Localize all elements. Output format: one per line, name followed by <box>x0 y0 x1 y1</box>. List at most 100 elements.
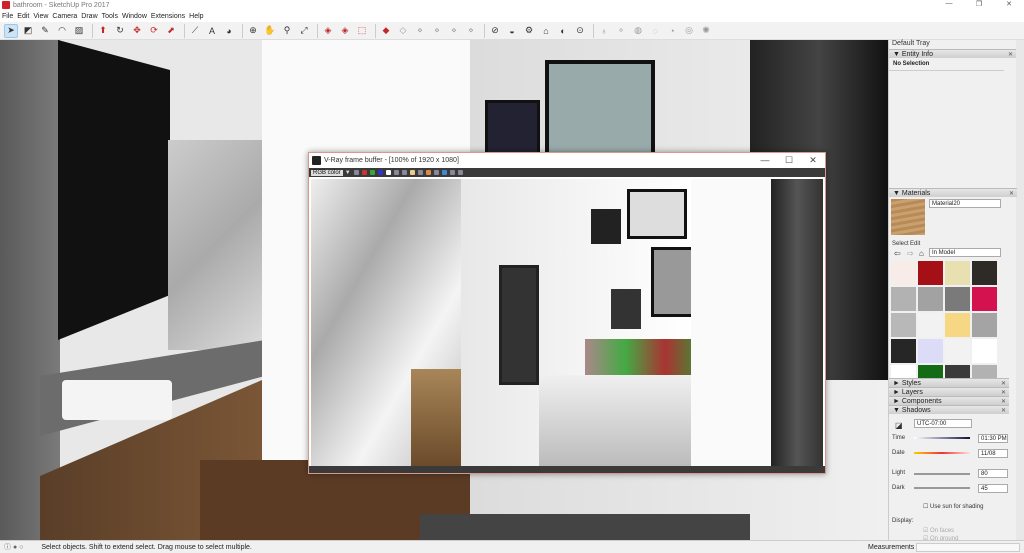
close-icon[interactable]: ✕ <box>1001 398 1006 405</box>
scale-icon[interactable]: ⬈ <box>164 24 178 38</box>
entity-info-header[interactable]: ▼ Entity Info ✕ <box>889 49 1016 58</box>
vray-maximize-button[interactable]: ☐ <box>777 153 801 168</box>
menu-view[interactable]: View <box>33 13 48 20</box>
dark-slider[interactable] <box>914 487 970 489</box>
eraser-icon[interactable]: ◩ <box>21 24 35 38</box>
menu-tools[interactable]: Tools <box>102 13 118 20</box>
tool-icon[interactable] <box>409 170 415 175</box>
material-swatch[interactable] <box>972 287 997 311</box>
minimize-button[interactable]: — <box>934 0 964 8</box>
light-slider[interactable] <box>914 473 970 475</box>
vray-close-button[interactable]: ✕ <box>801 153 825 168</box>
extension-warehouse-icon[interactable]: ◆ <box>379 24 393 38</box>
light-4-icon[interactable]: ◌ <box>648 24 662 38</box>
layers-header[interactable]: ► Layers ✕ <box>889 387 1009 396</box>
tool-icon[interactable] <box>433 170 439 175</box>
tool-icon[interactable] <box>385 170 391 175</box>
light-6-icon[interactable]: ◎ <box>682 24 696 38</box>
measurements-input[interactable] <box>916 542 1020 552</box>
line-icon[interactable]: ✎ <box>38 24 52 38</box>
vray-6-icon[interactable]: ⊙ <box>573 24 587 38</box>
materials-header[interactable]: ▼ Materials ✕ <box>889 188 1017 197</box>
material-swatch[interactable] <box>918 313 943 337</box>
zoom-extents-icon[interactable]: ⤢ <box>297 24 311 38</box>
material-name-input[interactable]: Material20 <box>929 199 1001 208</box>
light-7-icon[interactable]: ✺ <box>699 24 713 38</box>
light-3-icon[interactable]: ◍ <box>631 24 645 38</box>
shadows-header[interactable]: ▼ Shadows ✕ <box>889 405 1009 414</box>
edit-tab[interactable]: Edit <box>910 241 920 247</box>
warehouse-icon[interactable]: ◈ <box>321 24 335 38</box>
tool-icon[interactable] <box>457 170 463 175</box>
menu-edit[interactable]: Edit <box>17 13 29 20</box>
light-1-icon[interactable]: ♁ <box>597 24 611 38</box>
vray-5-icon[interactable]: ◐ <box>556 24 570 38</box>
close-icon[interactable]: ✕ <box>1008 51 1013 58</box>
forward-arrow-icon[interactable]: ⇨ <box>907 249 914 258</box>
collection-select[interactable]: In Model <box>929 248 1001 257</box>
maximize-button[interactable]: ❐ <box>964 0 994 8</box>
vray-3-icon[interactable]: ⚙ <box>522 24 536 38</box>
vray-frame-buffer-window[interactable]: V-Ray frame buffer - [100% of 1920 x 108… <box>308 152 826 474</box>
pan-icon[interactable]: ✋ <box>263 24 277 38</box>
close-button[interactable]: ✕ <box>994 0 1024 8</box>
material-swatch[interactable] <box>891 287 916 311</box>
on-faces-checkbox[interactable]: ☑ On faces <box>923 527 954 534</box>
tool-icon[interactable] <box>353 170 359 175</box>
time-input[interactable]: 01:30 PM <box>978 434 1008 443</box>
tool-icon[interactable] <box>369 170 375 175</box>
menu-draw[interactable]: Draw <box>81 13 97 20</box>
channel-select[interactable]: RGB color <box>311 169 343 176</box>
material-swatch[interactable] <box>945 261 970 285</box>
material-swatch[interactable] <box>891 261 916 285</box>
move-icon[interactable]: ✥ <box>130 24 144 38</box>
menu-file[interactable]: File <box>2 13 13 20</box>
light-input[interactable]: 80 <box>978 469 1008 478</box>
close-icon[interactable]: ✕ <box>1001 407 1006 414</box>
material-swatch[interactable] <box>945 313 970 337</box>
rotate-icon[interactable]: ⟳ <box>147 24 161 38</box>
arc-icon[interactable]: ◠ <box>55 24 69 38</box>
home-icon[interactable]: ⌂ <box>919 249 924 258</box>
close-icon[interactable]: ✕ <box>1001 389 1006 396</box>
tool-icon[interactable] <box>377 170 383 175</box>
zoom-icon[interactable]: ⚲ <box>280 24 294 38</box>
material-swatch[interactable] <box>972 339 997 363</box>
follow-me-icon[interactable]: ↻ <box>113 24 127 38</box>
section-icon[interactable]: ◇ <box>396 24 410 38</box>
close-icon[interactable]: ✕ <box>1009 190 1014 197</box>
styles-header[interactable]: ► Styles ✕ <box>889 378 1009 387</box>
tool-icon[interactable] <box>425 170 431 175</box>
vray-4-icon[interactable]: ⌂ <box>539 24 553 38</box>
chevron-down-icon[interactable]: ▼ <box>345 170 351 176</box>
tool-icon[interactable] <box>441 170 447 175</box>
timezone-select[interactable]: UTC-07:00 <box>914 419 972 428</box>
material-swatch[interactable] <box>945 287 970 311</box>
material-swatch[interactable] <box>972 261 997 285</box>
material-swatch[interactable] <box>972 313 997 337</box>
light-2-icon[interactable]: ⚬ <box>614 24 628 38</box>
vray-title-bar[interactable]: V-Ray frame buffer - [100% of 1920 x 108… <box>309 153 825 168</box>
material-swatch[interactable] <box>918 287 943 311</box>
material-swatch[interactable] <box>891 313 916 337</box>
text-icon[interactable]: A <box>205 24 219 38</box>
close-icon[interactable]: ✕ <box>1001 380 1006 387</box>
select-icon[interactable]: ➤ <box>4 23 18 38</box>
orbit-icon[interactable]: ⊕ <box>246 24 260 38</box>
tool-icon[interactable] <box>401 170 407 175</box>
material-swatch[interactable] <box>891 339 916 363</box>
light-5-icon[interactable]: ◔ <box>665 24 679 38</box>
material-swatch[interactable] <box>918 261 943 285</box>
material-swatch[interactable] <box>918 339 943 363</box>
vray-2-icon[interactable]: ◒ <box>505 24 519 38</box>
section5-icon[interactable]: ⋄ <box>464 24 478 38</box>
time-slider[interactable] <box>914 437 970 439</box>
tool-icon[interactable] <box>449 170 455 175</box>
tape-measure-icon[interactable]: ⟋ <box>188 24 202 38</box>
shadow-toggle-icon[interactable]: ◪ <box>895 421 903 430</box>
rectangle-icon[interactable]: ▨ <box>72 24 86 38</box>
date-input[interactable]: 11/08 <box>978 449 1008 458</box>
tray-scrollbar[interactable] <box>1016 40 1024 540</box>
menu-camera[interactable]: Camera <box>52 13 77 20</box>
share-model-icon[interactable]: ◈ <box>338 24 352 38</box>
